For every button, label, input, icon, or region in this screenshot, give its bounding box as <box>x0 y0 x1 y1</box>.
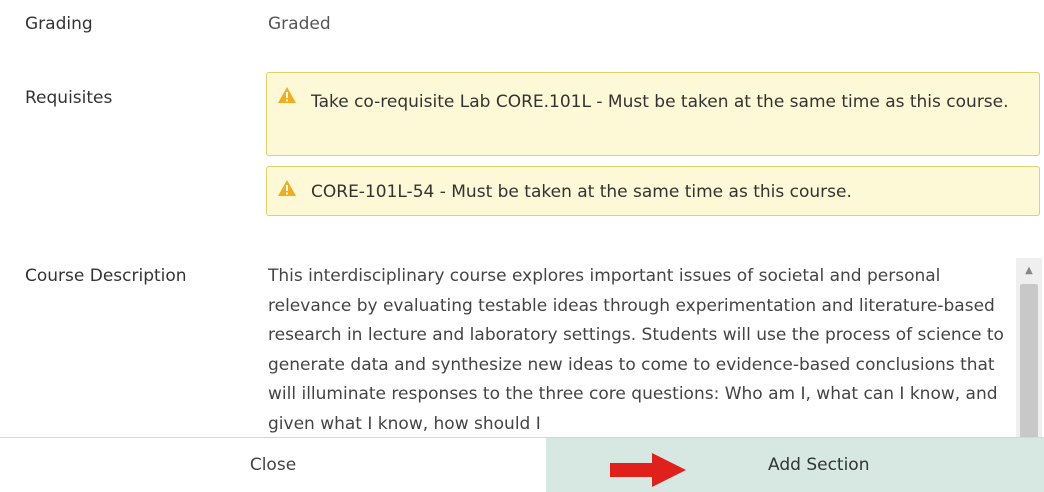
red-arrow-icon <box>610 453 686 487</box>
requisites-label: Requisites <box>25 88 113 108</box>
grading-label: Grading <box>25 14 93 34</box>
course-description-text: This interdisciplinary course explores i… <box>268 266 1004 434</box>
requisite-warning-2: CORE-101L-54 - Must be taken at the same… <box>266 166 1040 216</box>
requisite-warning-1: Take co-requisite Lab CORE.101L - Must b… <box>266 72 1040 156</box>
course-description-label: Course Description <box>25 266 187 286</box>
add-section-button[interactable]: Add Section <box>546 438 1044 492</box>
warning-icon <box>278 180 296 196</box>
warning-icon <box>278 87 296 103</box>
course-description-scroll-area[interactable]: This interdisciplinary course explores i… <box>268 262 1012 436</box>
close-button[interactable]: Close <box>0 438 546 492</box>
requisite-text: CORE-101L-54 - Must be taken at the same… <box>311 182 852 202</box>
scroll-up-arrow-icon[interactable]: ▲ <box>1016 258 1042 282</box>
requisite-text: Take co-requisite Lab CORE.101L - Must b… <box>311 92 1009 112</box>
grading-value: Graded <box>268 14 331 34</box>
add-section-label: Add Section <box>768 455 870 475</box>
scrollbar-thumb[interactable] <box>1020 284 1038 438</box>
description-scrollbar[interactable]: ▲ <box>1016 258 1042 438</box>
